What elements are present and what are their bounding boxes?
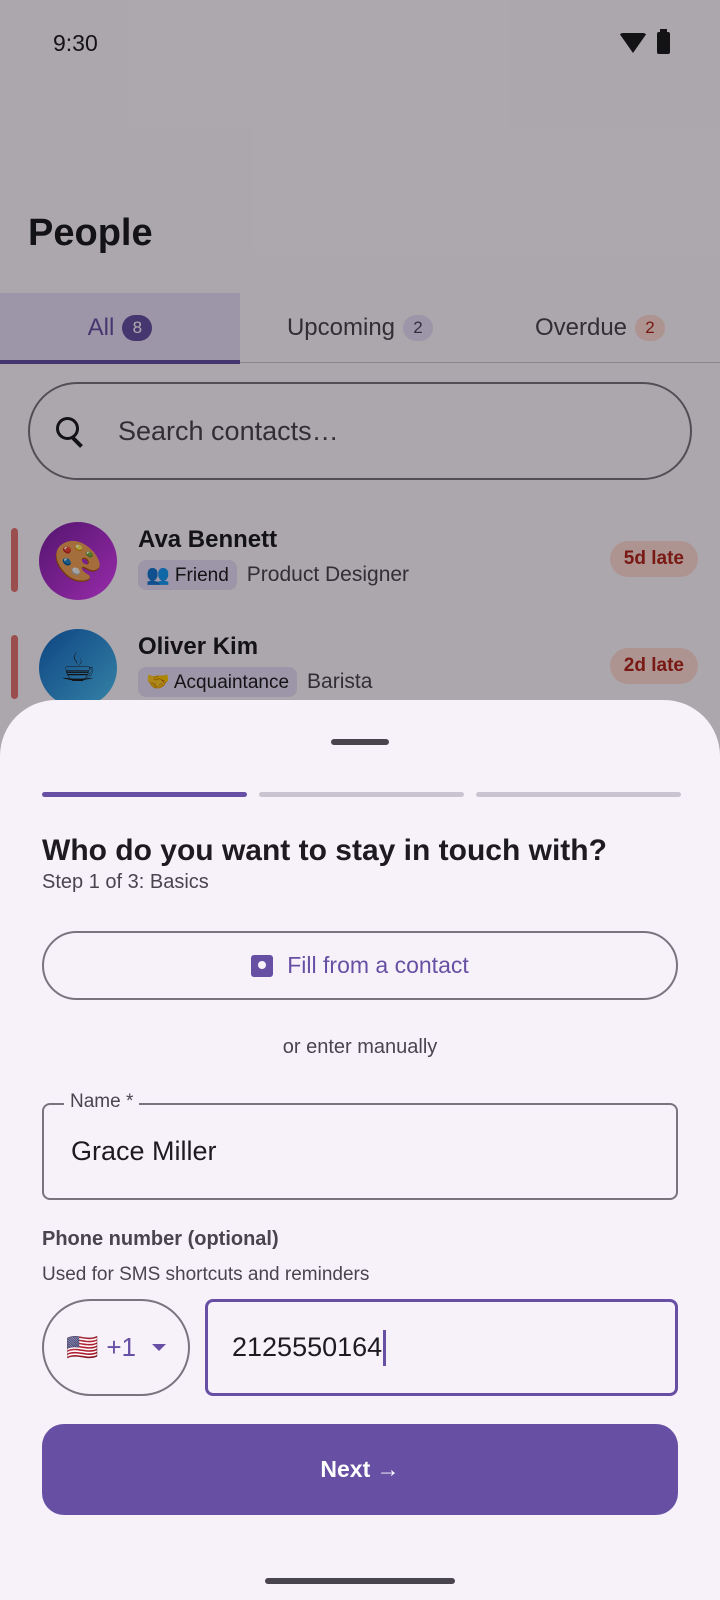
sheet-title: Who do you want to stay in touch with? — [42, 834, 607, 867]
step-progress — [42, 792, 681, 797]
progress-segment — [476, 792, 681, 797]
home-indicator[interactable] — [265, 1578, 455, 1584]
text-cursor — [383, 1329, 387, 1366]
phone-input[interactable]: 2125550164 — [205, 1299, 678, 1396]
next-button[interactable]: Next → — [42, 1424, 678, 1515]
step-label: Step 1 of 3: Basics — [42, 871, 209, 893]
fill-from-contact-button[interactable]: Fill from a contact — [42, 931, 678, 1000]
name-field-value: Grace Miller — [71, 1136, 217, 1166]
country-code: +1 — [106, 1332, 137, 1362]
phone-label: Phone number (optional) — [42, 1228, 279, 1250]
dropdown-arrow-icon — [152, 1344, 167, 1351]
progress-segment — [259, 792, 464, 797]
name-field-label: Name * — [64, 1091, 140, 1113]
contact-book-icon — [251, 952, 274, 980]
phone-helper-text: Used for SMS shortcuts and reminders — [42, 1264, 370, 1285]
add-contact-sheet: Who do you want to stay in touch with? S… — [0, 700, 720, 1600]
us-flag-icon: 🇺🇸 — [65, 1332, 99, 1362]
drag-handle[interactable] — [331, 739, 389, 745]
or-divider-text: or enter manually — [282, 1036, 438, 1058]
fill-button-label: Fill from a contact — [287, 952, 469, 978]
phone-value: 2125550164 — [232, 1332, 383, 1362]
country-code-picker[interactable]: 🇺🇸 +1 — [42, 1299, 190, 1396]
progress-segment — [42, 792, 247, 797]
name-field[interactable]: Name * Grace Miller — [42, 1091, 678, 1200]
